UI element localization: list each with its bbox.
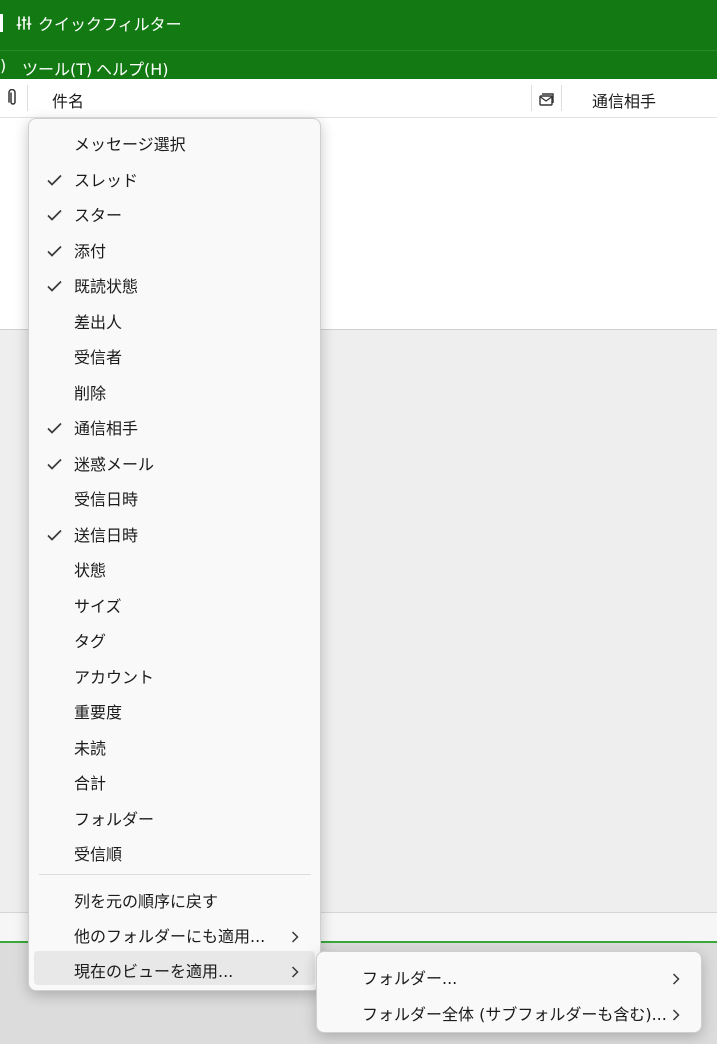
checkmark-icon (47, 277, 62, 296)
menu-item-thread[interactable]: スレッド (34, 160, 315, 194)
menu-item-star[interactable]: スター (34, 195, 315, 229)
menu-item-apply-to-other-folders[interactable]: 他のフォルダーにも適用... (34, 916, 315, 950)
menu-item-delete[interactable]: 削除 (34, 373, 315, 407)
quick-filter-label: クイックフィルター (38, 15, 182, 34)
menu-item-junk[interactable]: 迷惑メール (34, 444, 315, 478)
submenu-item-folder[interactable]: フォルダー... (322, 958, 696, 992)
menu-divider (39, 874, 311, 875)
menu-item-apply-current-view[interactable]: 現在のビューを適用... (34, 951, 315, 985)
column-picker-menu: メッセージ選択 スレッド スター 添付 既読状態 差出人 受信者 削除 通信相手… (28, 118, 321, 991)
thread-column-header: 件名 通信相手 (0, 79, 717, 118)
checkmark-icon (47, 419, 62, 438)
checkmark-icon (47, 242, 62, 261)
checkmark-icon (47, 526, 62, 545)
menu-item-recipient[interactable]: 受信者 (34, 337, 315, 371)
menu-item-order-received[interactable]: 受信順 (34, 834, 315, 868)
checkmark-icon (47, 171, 62, 190)
menu-item-attachment[interactable]: 添付 (34, 231, 315, 265)
mail-stack-icon[interactable] (539, 91, 554, 110)
menu-item-tools[interactable]: ツール(T) (22, 56, 92, 80)
menu-item-status[interactable]: 状態 (34, 550, 315, 584)
menu-item-correspondents[interactable]: 通信相手 (34, 408, 315, 442)
menu-item-select-messages[interactable]: メッセージ選択 (34, 124, 315, 158)
chevron-right-icon (291, 963, 299, 982)
menu-item-tags[interactable]: タグ (34, 621, 315, 655)
chevron-right-icon (291, 928, 299, 947)
column-subject[interactable]: 件名 (52, 88, 84, 112)
menu-item-account[interactable]: アカウント (34, 657, 315, 691)
checkmark-icon (47, 455, 62, 474)
column-separator[interactable] (531, 85, 532, 111)
unified-toolbar: クイックフィルター (0, 0, 717, 50)
menu-item-help[interactable]: ヘルプ(H) (96, 56, 169, 80)
menu-item-priority[interactable]: 重要度 (34, 692, 315, 726)
menu-item-size[interactable]: サイズ (34, 586, 315, 620)
menu-item-unread[interactable]: 未読 (34, 728, 315, 762)
menu-item-folder[interactable]: フォルダー (34, 799, 315, 833)
column-correspondents[interactable]: 通信相手 (592, 88, 656, 112)
menu-item-received-date[interactable]: 受信日時 (34, 479, 315, 513)
menu-item-sent-date[interactable]: 送信日時 (34, 515, 315, 549)
menu-item-sender[interactable]: 差出人 (34, 302, 315, 336)
menu-item-total[interactable]: 合計 (34, 763, 315, 797)
quick-filter-button[interactable]: クイックフィルター (16, 10, 182, 36)
paperclip-icon[interactable] (7, 88, 19, 111)
sliders-icon (16, 15, 32, 31)
column-separator[interactable] (27, 85, 28, 111)
menu-item-read-status[interactable]: 既読状態 (34, 266, 315, 300)
apply-view-submenu: フォルダー... フォルダー全体 (サブフォルダーも含む)... (316, 951, 702, 1033)
checkmark-icon (47, 206, 62, 225)
menu-item-restore-column-order[interactable]: 列を元の順序に戻す (34, 881, 315, 915)
chevron-right-icon (672, 970, 680, 989)
menu-item-partial[interactable]: ) (0, 56, 6, 75)
column-separator[interactable] (561, 85, 562, 111)
menu-bar: ) ツール(T) ヘルプ(H) (0, 50, 717, 79)
chevron-right-icon (672, 1006, 680, 1025)
toolbar-edge (0, 14, 3, 32)
submenu-item-folder-with-subfolders[interactable]: フォルダー全体 (サブフォルダーも含む)... (322, 994, 696, 1028)
